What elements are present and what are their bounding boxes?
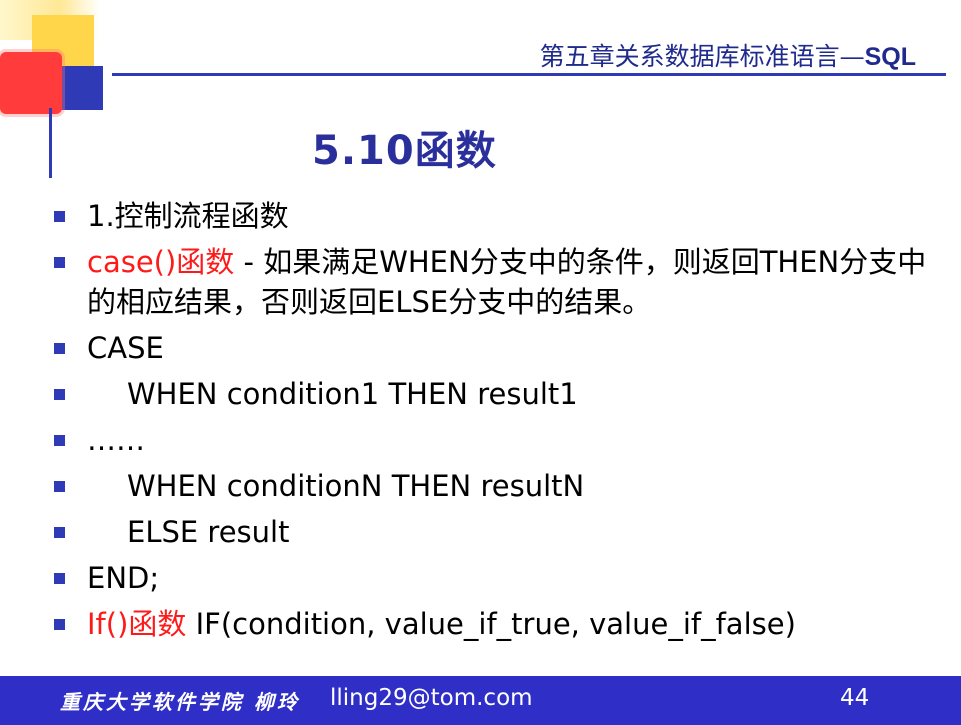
bullet-text: END; — [87, 561, 160, 595]
bullet-square-icon — [54, 211, 65, 222]
bullet-highlight: case()函数 — [87, 245, 235, 279]
footer-email: lling29@tom.com — [330, 685, 533, 711]
bullet-text: ELSE result — [127, 515, 290, 549]
bullet-list: 1.控制流程函数 case()函数 - 如果满足WHEN分支中的条件，则返回TH… — [50, 196, 940, 644]
chapter-title-sql: SQL — [864, 43, 916, 71]
bullet-square-icon — [54, 435, 65, 446]
page-number: 44 — [840, 685, 870, 711]
bullet-item: ELSE result — [50, 512, 940, 552]
bullet-square-icon — [54, 257, 65, 268]
bullet-text: …… — [87, 423, 145, 457]
bullet-item: CASE — [50, 328, 940, 368]
decor-red-square — [0, 52, 62, 114]
bullet-text: WHEN condition1 THEN result1 — [127, 377, 578, 411]
chapter-title-text: 第五章关系数据库标准语言— — [539, 42, 865, 71]
bullet-text: IF(condition, value_if_true, value_if_fa… — [186, 607, 796, 641]
bullet-item: 1.控制流程函数 — [50, 196, 940, 236]
chapter-title: 第五章关系数据库标准语言—SQL — [540, 37, 916, 73]
bullet-square-icon — [54, 527, 65, 538]
bullet-text: 1.控制流程函数 — [87, 199, 289, 233]
slide-title: 5.10函数 — [312, 128, 497, 174]
header-divider — [112, 73, 946, 76]
bullet-text: CASE — [87, 331, 164, 365]
bullet-item: WHEN conditionN THEN resultN — [50, 466, 940, 506]
bullet-square-icon — [54, 619, 65, 630]
bullet-square-icon — [54, 481, 65, 492]
bullet-item: If()函数 IF(condition, value_if_true, valu… — [50, 604, 940, 644]
footer-school: 重庆大学软件学院 柳玲 — [60, 690, 300, 714]
bullet-item: case()函数 - 如果满足WHEN分支中的条件，则返回THEN分支中的相应结… — [50, 242, 940, 322]
bullet-square-icon — [54, 389, 65, 400]
bullet-text: WHEN conditionN THEN resultN — [127, 469, 585, 503]
bullet-square-icon — [54, 343, 65, 354]
bullet-item: END; — [50, 558, 940, 598]
footer-bar: 重庆大学软件学院 柳玲 lling29@tom.com 44 — [0, 676, 961, 725]
bullet-item: …… — [50, 420, 940, 460]
decor-vertical-line — [49, 108, 52, 178]
bullet-item: WHEN condition1 THEN result1 — [50, 374, 940, 414]
bullet-highlight: If()函数 — [87, 607, 187, 641]
bullet-square-icon — [54, 573, 65, 584]
